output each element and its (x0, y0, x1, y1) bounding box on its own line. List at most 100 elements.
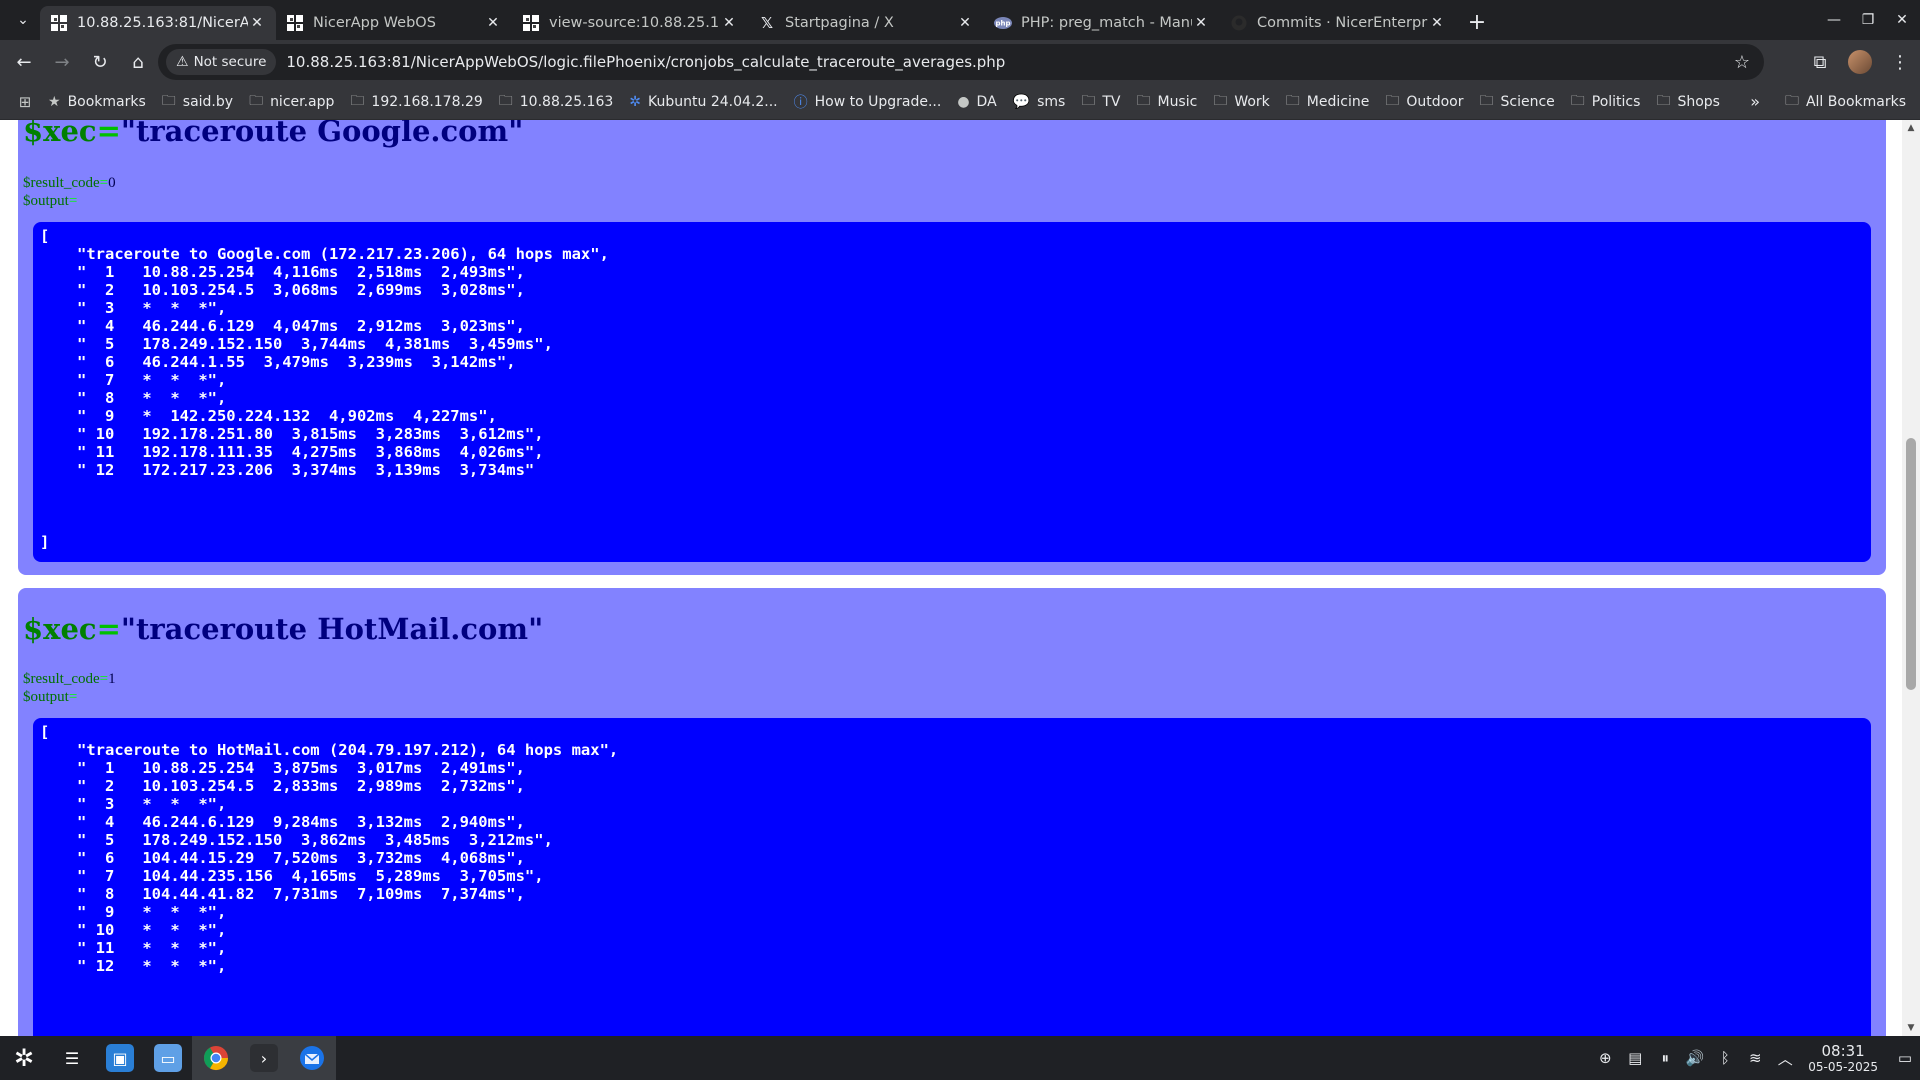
restore-icon[interactable]: ❐ (1852, 12, 1884, 28)
tab-2[interactable]: view-source:10.88.25.163:8 ✕ (512, 6, 748, 40)
result-code-value: 0 (108, 175, 116, 191)
folder-icon: 🗀 (1081, 92, 1096, 109)
bookmark-music[interactable]: 🗀 Music (1128, 88, 1205, 116)
grid-icon (50, 14, 68, 32)
media-pause-icon[interactable]: ⏸ (1650, 1049, 1680, 1067)
wifi-icon[interactable]: ≋ (1740, 1049, 1770, 1067)
folder-icon: 🗀 (1570, 92, 1585, 109)
new-tab-button[interactable]: + (1460, 5, 1494, 39)
grid-icon (522, 14, 540, 32)
output-line: " 9 * 142.250.224.132 4,902ms 4,227ms", (77, 407, 497, 425)
grid-icon (286, 14, 304, 32)
output-box: [ "traceroute to Google.com (172.217.23.… (33, 222, 1871, 562)
clock-date: 05-05-2025 (1808, 1060, 1878, 1074)
volume-icon[interactable]: 🔊 (1680, 1049, 1710, 1067)
bookmark-science[interactable]: 🗀 Science (1471, 88, 1562, 116)
all-bookmarks-button[interactable]: 🗀 All Bookmarks (1777, 88, 1914, 116)
bookmark-work[interactable]: 🗀 Work (1205, 88, 1277, 116)
result-code-line: $result_code=0 (23, 175, 116, 192)
traceroute-block: $xec="traceroute HotMail.com" $result_co… (18, 588, 1886, 1036)
bookmark-label: Medicine (1306, 93, 1370, 110)
browser-toolbar: ← → ↻ ⌂ ⚠ Not secure 10.88.25.163:81/Nic… (0, 40, 1920, 84)
bookmark-192-168-178-29[interactable]: 🗀 192.168.178.29 (342, 88, 490, 116)
forward-button[interactable]: → (44, 44, 80, 80)
tab-search-button[interactable]: ⌄ (6, 3, 40, 37)
exec-variable: $xec (23, 120, 97, 148)
bookmark-outdoor[interactable]: 🗀 Outdoor (1377, 88, 1471, 116)
bookmark-sms[interactable]: 💬 sms (1005, 88, 1074, 116)
close-icon[interactable]: ✕ (248, 14, 266, 32)
tab-0[interactable]: 10.88.25.163:81/NicerAppW ✕ (40, 6, 276, 40)
svg-text:php: php (995, 20, 1010, 28)
output-line: "traceroute to Google.com (172.217.23.20… (77, 245, 609, 263)
clock[interactable]: 08:31 05-05-2025 (1808, 1042, 1878, 1074)
discover-button[interactable]: ▣ (96, 1036, 144, 1080)
clipboard-icon[interactable]: ▤ (1620, 1049, 1650, 1067)
close-window-icon[interactable]: ✕ (1886, 12, 1918, 28)
folder-icon: 🗀 (1285, 92, 1300, 109)
bookmark-kubuntu[interactable]: ✲ Kubuntu 24.04.2... (621, 88, 785, 116)
bookmark-star-icon[interactable]: ☆ (1734, 52, 1750, 73)
exec-equals: = (96, 612, 121, 646)
close-icon[interactable]: ✕ (484, 14, 502, 32)
tab-1[interactable]: NicerApp WebOS ✕ (276, 6, 512, 40)
bookmark-10-88-25-163[interactable]: 🗀 10.88.25.163 (491, 88, 622, 116)
address-bar[interactable]: ⚠ Not secure 10.88.25.163:81/NicerAppWeb… (158, 44, 1764, 80)
bookmark-medicine[interactable]: 🗀 Medicine (1278, 88, 1378, 116)
tab-5[interactable]: Commits · NicerEnterprises ✕ (1220, 6, 1456, 40)
thunderbird-button[interactable] (288, 1036, 336, 1080)
apps-grid-icon[interactable]: ⊞ (10, 88, 40, 116)
security-chip[interactable]: ⚠ Not secure (166, 49, 277, 75)
bookmarks-overflow-icon[interactable]: » (1740, 92, 1770, 111)
bluetooth-icon[interactable]: ᛒ (1710, 1049, 1740, 1067)
minimize-icon[interactable]: — (1818, 12, 1850, 28)
bookmark-said-by[interactable]: 🗀 said.by (154, 88, 241, 116)
folder-icon: 🗀 (1479, 92, 1494, 109)
output-line: " 8 104.44.41.82 7,731ms 7,109ms 7,374ms… (77, 885, 525, 903)
show-desktop-icon[interactable]: ▭ (1890, 1049, 1920, 1067)
close-icon[interactable]: ✕ (956, 14, 974, 32)
traceroute-block: $xec="traceroute Google.com" $result_cod… (18, 120, 1886, 575)
bookmark-politics[interactable]: 🗀 Politics (1563, 88, 1649, 116)
arrow-right-icon: → (54, 51, 70, 73)
bookmark-nicer-app[interactable]: 🗀 nicer.app (241, 88, 342, 116)
chevron-up-icon[interactable]: ︿ (1770, 1048, 1800, 1069)
konsole-button[interactable]: › (240, 1036, 288, 1080)
scroll-up-icon[interactable]: ▲ (1902, 120, 1920, 136)
close-icon[interactable]: ✕ (720, 14, 738, 32)
reload-button[interactable]: ↻ (82, 44, 118, 80)
avatar[interactable] (1848, 50, 1872, 74)
home-icon: ⌂ (132, 51, 144, 73)
scroll-down-icon[interactable]: ▼ (1902, 1020, 1920, 1036)
scrollbar-thumb[interactable] (1906, 438, 1916, 690)
chrome-button[interactable] (192, 1036, 240, 1080)
extensions-icon[interactable]: ⧉ (1800, 52, 1840, 73)
app-launcher[interactable]: ✲ (0, 1036, 48, 1080)
bookmark-shops[interactable]: 🗀 Shops (1648, 88, 1728, 116)
files-button[interactable]: ▭ (144, 1036, 192, 1080)
bookmark-tv[interactable]: 🗀 TV (1073, 88, 1128, 116)
close-icon[interactable]: ✕ (1192, 14, 1210, 32)
bookmark-label: How to Upgrade... (814, 93, 942, 110)
output-line: " 7 104.44.235.156 4,165ms 5,289ms 3,705… (77, 867, 544, 885)
more-menu-icon[interactable]: ⋮ (1880, 52, 1920, 73)
home-button[interactable]: ⌂ (120, 44, 156, 80)
folder-icon: 🗀 (350, 92, 365, 109)
tab-title: Startpagina / X (785, 15, 894, 31)
close-icon[interactable]: ✕ (1428, 14, 1446, 32)
bookmark-label: Shops (1677, 93, 1720, 110)
tab-4[interactable]: php PHP: preg_match - Manual ✕ (984, 6, 1220, 40)
url-text[interactable]: 10.88.25.163:81/NicerAppWebOS/logic.file… (286, 53, 1005, 71)
result-code-equals: = (99, 175, 109, 191)
page-scrollbar[interactable]: ▲ ▼ (1902, 120, 1920, 1036)
task-manager-button[interactable]: ☰ (48, 1036, 96, 1080)
vpn-icon[interactable]: ⊕ (1590, 1049, 1620, 1067)
bookmark-how-to-upgrade[interactable]: ⓘ How to Upgrade... (786, 88, 950, 116)
bookmark-da[interactable]: ● DA (949, 88, 1004, 116)
back-button[interactable]: ← (6, 44, 42, 80)
tab-3[interactable]: 𝕏 Startpagina / X ✕ (748, 6, 984, 40)
exec-value: "traceroute HotMail.com" (120, 612, 544, 646)
toolbar-actions: ⧉ ⋮ (1800, 44, 1920, 80)
bookmark-bookmarks[interactable]: ★ Bookmarks (40, 88, 154, 116)
output-label-line: $output= (23, 193, 77, 210)
